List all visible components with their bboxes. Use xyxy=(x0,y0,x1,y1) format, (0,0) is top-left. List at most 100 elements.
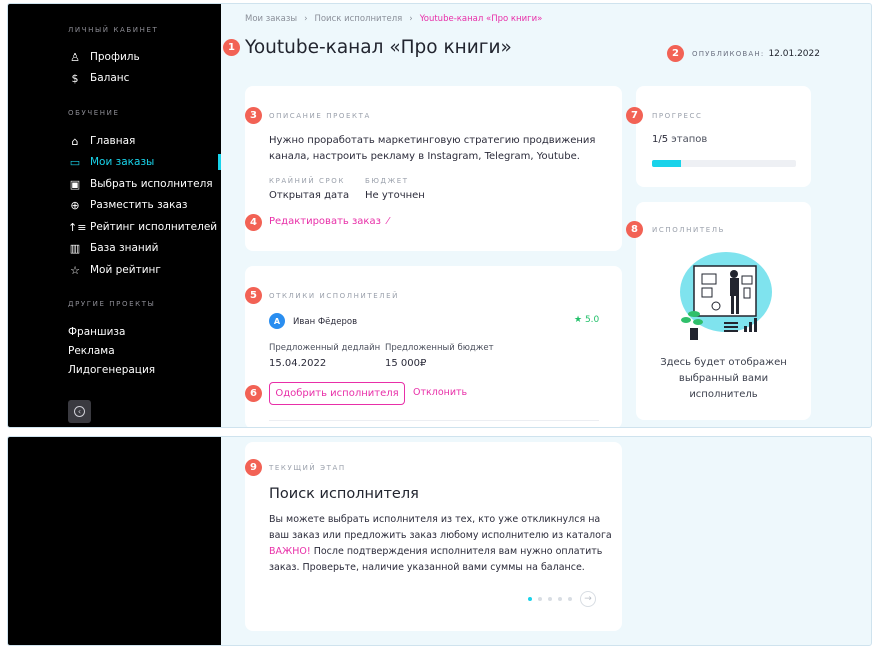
sidebar-item-label: Мои заказы xyxy=(90,156,155,168)
sidebar-item-label: Профиль xyxy=(90,51,140,63)
avatar: А xyxy=(269,313,285,329)
divider xyxy=(269,420,599,421)
edit-order-label: Редактировать заказ xyxy=(269,216,381,227)
sidebar-item-label: Мой рейтинг xyxy=(90,264,161,276)
edit-order-link[interactable]: Редактировать заказ ⁄ xyxy=(269,216,389,227)
wallet-icon: $ xyxy=(71,71,79,85)
responses-label: ОТКЛИКИ ИСПОЛНИТЕЛЕЙ xyxy=(269,292,399,300)
home-icon: ⌂ xyxy=(71,134,79,148)
sidebar-item-home[interactable]: ⌂ Главная xyxy=(68,133,136,149)
sidebar-item-choose-performer[interactable]: ▣ Выбрать исполнителя xyxy=(68,176,213,192)
orders-icon: ▭ xyxy=(69,155,81,169)
published-info: ОПУБЛИКОВАН: 12.01.2022 xyxy=(692,49,820,59)
marker-9: 9 xyxy=(245,459,262,476)
chevron-right-icon: › xyxy=(304,14,308,24)
sidebar-section-personal: ЛИЧНЫЙ КАБИНЕТ xyxy=(68,26,159,34)
library-icon: ▥ xyxy=(69,241,81,255)
proposed-deadline-value: 15.04.2022 xyxy=(269,358,327,369)
pagination-dot[interactable] xyxy=(558,597,562,601)
sidebar-link-franchise[interactable]: Франшиза xyxy=(68,326,125,338)
stage-title: Поиск исполнителя xyxy=(269,486,419,502)
marker-5: 5 xyxy=(245,287,262,304)
collapse-sidebar-button[interactable]: ‹ xyxy=(68,400,91,423)
main-window: ЛИЧНЫЙ КАБИНЕТ ♙ Профиль $ Баланс ОБУЧЕН… xyxy=(7,3,872,428)
marker-6: 6 xyxy=(245,385,262,402)
sidebar-bottom xyxy=(8,437,221,645)
published-date: 12.01.2022 xyxy=(768,49,820,59)
chevron-right-icon: › xyxy=(409,14,413,24)
star-icon: ★ xyxy=(574,315,583,325)
page-title: Youtube-канал «Про книги» xyxy=(245,37,512,58)
choose-performer-icon: ▣ xyxy=(69,177,81,191)
secondary-window: 9 ТЕКУЩИЙ ЭТАП Поиск исполнителя Вы може… xyxy=(7,436,872,646)
sidebar-item-place-order[interactable]: ⊕ Разместить заказ xyxy=(68,197,187,213)
stage-text: Вы можете выбрать исполнителя из тех, кт… xyxy=(269,514,612,541)
breadcrumb-current: Youtube-канал «Про книги» xyxy=(419,14,543,24)
performer-name[interactable]: Иван Фёдеров xyxy=(293,317,357,327)
pagination-dot[interactable] xyxy=(568,597,572,601)
sidebar-link-advertising[interactable]: Реклама xyxy=(68,345,115,357)
chevron-left-icon: ‹ xyxy=(74,406,85,417)
star-icon: ☆ xyxy=(70,263,80,277)
performer-illustration xyxy=(680,252,772,340)
next-arrow-icon[interactable]: → xyxy=(580,591,596,607)
breadcrumb-search-performer[interactable]: Поиск исполнителя xyxy=(314,14,402,24)
important-label: ВАЖНО! xyxy=(269,546,311,557)
sidebar-item-label: Разместить заказ xyxy=(90,199,188,211)
stage-label: ТЕКУЩИЙ ЭТАП xyxy=(269,464,346,472)
published-label: ОПУБЛИКОВАН: xyxy=(692,50,765,58)
pagination-dot[interactable] xyxy=(538,597,542,601)
sidebar-item-label: Баланс xyxy=(90,72,130,84)
budget-value: Не уточнен xyxy=(365,190,425,201)
progress-total: /5 xyxy=(658,134,669,145)
active-indicator xyxy=(218,154,221,170)
marker-7: 7 xyxy=(626,107,643,124)
plus-circle-icon: ⊕ xyxy=(70,198,80,212)
sidebar-item-knowledge-base[interactable]: ▥ База знаний xyxy=(68,240,159,256)
sidebar-item-performer-rating[interactable]: ↑≡ Рейтинг исполнителей xyxy=(68,219,217,235)
rating-value: 5.0 xyxy=(584,315,600,325)
important-text: После подтверждения исполнителя вам нужн… xyxy=(269,546,603,573)
description-text: Нужно проработать маркетинговую стратеги… xyxy=(269,135,596,162)
proposed-budget-label: Предложенный бюджет xyxy=(385,343,494,353)
marker-2: 2 xyxy=(667,45,684,62)
description-label: ОПИСАНИЕ ПРОЕКТА xyxy=(269,112,371,120)
progress-fill xyxy=(652,160,681,167)
sidebar-item-my-orders[interactable]: ▭ Мои заказы xyxy=(68,154,155,170)
sidebar-item-my-rating[interactable]: ☆ Мой рейтинг xyxy=(68,262,161,278)
sidebar-link-lead-generation[interactable]: Лидогенерация xyxy=(68,364,155,376)
performer-label: ИСПОЛНИТЕЛЬ xyxy=(652,226,726,234)
sidebar-item-balance[interactable]: $ Баланс xyxy=(68,70,130,86)
progress-bar xyxy=(652,160,796,167)
pagination-dot[interactable] xyxy=(528,597,532,601)
sort-icon: ↑≡ xyxy=(68,220,87,234)
sidebar-item-profile[interactable]: ♙ Профиль xyxy=(68,49,140,65)
proposed-deadline-label: Предложенный дедлайн xyxy=(269,343,381,353)
sidebar-section-learning: ОБУЧЕНИЕ xyxy=(68,109,120,117)
progress-unit: этапов xyxy=(671,134,708,145)
progress-text: 1/5 этапов xyxy=(652,132,707,148)
marker-1: 1 xyxy=(223,39,240,56)
performer-rating: ★ 5.0 xyxy=(574,315,599,325)
breadcrumb-my-orders[interactable]: Мои заказы xyxy=(245,14,297,24)
sidebar-item-label: Рейтинг исполнителей xyxy=(90,221,218,233)
performer-placeholder: Здесь будет отображен выбранный вами исп… xyxy=(660,357,787,400)
pencil-icon: ⁄ xyxy=(387,216,389,227)
sidebar-item-label: Выбрать исполнителя xyxy=(90,178,213,190)
sidebar-item-label: База знаний xyxy=(90,242,159,254)
approve-performer-button[interactable]: Одобрить исполнителя xyxy=(269,382,405,405)
sidebar-section-other: ДРУГИЕ ПРОЕКТЫ xyxy=(68,300,156,308)
sidebar: ЛИЧНЫЙ КАБИНЕТ ♙ Профиль $ Баланс ОБУЧЕН… xyxy=(8,4,221,427)
stage-pagination: → xyxy=(528,591,596,607)
marker-3: 3 xyxy=(245,107,262,124)
marker-8: 8 xyxy=(626,221,643,238)
decline-link[interactable]: Отклонить xyxy=(413,387,467,398)
progress-label: ПРОГРЕСС xyxy=(652,112,703,120)
proposed-budget-value: 15 000₽ xyxy=(385,358,427,369)
user-icon: ♙ xyxy=(70,50,80,64)
pagination-dot[interactable] xyxy=(548,597,552,601)
marker-4: 4 xyxy=(245,214,262,231)
sidebar-item-label: Главная xyxy=(90,135,136,147)
breadcrumb: Мои заказы › Поиск исполнителя › Youtube-кан… xyxy=(245,14,542,24)
stage-important: ВАЖНО! После подтверждения исполнителя в… xyxy=(269,544,614,576)
